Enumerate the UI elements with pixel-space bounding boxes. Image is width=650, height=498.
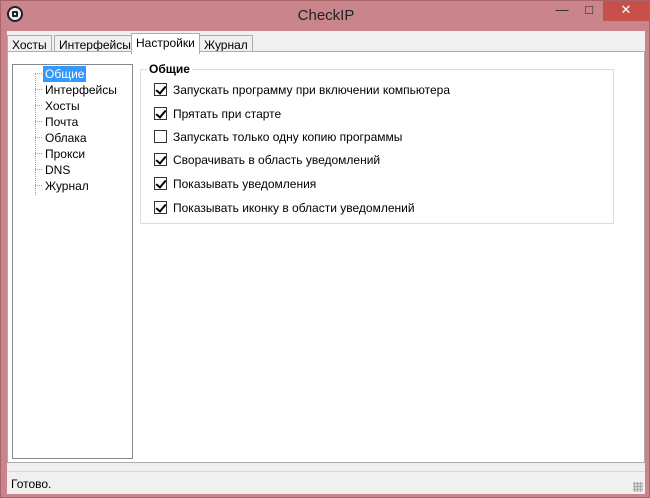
option-minimize-to-tray[interactable]: Сворачивать в область уведомлений xyxy=(154,152,380,168)
minimize-button[interactable]: — xyxy=(549,1,575,21)
tree-connector xyxy=(35,169,42,170)
tree-item-general[interactable]: Общие xyxy=(43,66,87,82)
option-label: Сворачивать в область уведомлений xyxy=(173,152,381,167)
option-show-tray-icon[interactable]: Показывать иконку в области уведомлений xyxy=(154,200,415,216)
tree-item-clouds[interactable]: Облака xyxy=(43,130,89,146)
option-label: Прятать при старте xyxy=(173,106,282,121)
tree-connector xyxy=(35,73,36,195)
tree-connector xyxy=(35,153,42,154)
tree-item-hosts[interactable]: Хосты xyxy=(43,98,82,114)
tree-connector xyxy=(35,73,42,74)
tree-item-proxy[interactable]: Прокси xyxy=(43,146,87,162)
resize-grip-icon[interactable] xyxy=(633,482,643,492)
status-bar: Готово. xyxy=(7,471,645,494)
option-single-instance[interactable]: Запускать только одну копию программы xyxy=(154,129,402,145)
tree-connector xyxy=(35,105,42,106)
checkbox-show-notifications[interactable] xyxy=(154,177,167,191)
tree-item-interfaces[interactable]: Интерфейсы xyxy=(43,82,119,98)
option-label: Показывать иконку в области уведомлений xyxy=(173,200,415,215)
group-title: Общие xyxy=(147,62,192,76)
option-hide-on-start[interactable]: Прятать при старте xyxy=(154,106,281,122)
close-button[interactable]: ✕ xyxy=(603,1,649,21)
title-bar[interactable]: CheckIP — □ ✕ xyxy=(1,1,650,29)
tree-connector xyxy=(35,121,42,122)
tree-item-mail[interactable]: Почта xyxy=(43,114,80,130)
tree-item-log[interactable]: Журнал xyxy=(43,178,91,194)
option-label: Показывать уведомления xyxy=(173,176,317,191)
settings-tab-page: Общие Интерфейсы Хосты Почта Облака Прок… xyxy=(7,51,645,463)
app-window: CheckIP — □ ✕ Хосты Интерфейсы Настройки… xyxy=(0,0,650,498)
checkbox-single-instance[interactable] xyxy=(154,130,167,144)
checkbox-show-tray-icon[interactable] xyxy=(154,201,167,215)
status-text: Готово. xyxy=(11,477,52,491)
checkbox-minimize-to-tray[interactable] xyxy=(154,153,167,167)
general-settings-group: Общие Запускать программу при включении … xyxy=(140,62,614,224)
tree-connector xyxy=(35,89,42,90)
checkbox-hide-on-start[interactable] xyxy=(154,107,167,121)
client-area: Хосты Интерфейсы Настройки Журнал Общие … xyxy=(7,31,645,494)
option-show-notifications[interactable]: Показывать уведомления xyxy=(154,176,316,192)
settings-tree[interactable]: Общие Интерфейсы Хосты Почта Облака Прок… xyxy=(12,64,133,459)
tree-connector xyxy=(35,185,42,186)
option-label: Запускать только одну копию программы xyxy=(173,129,403,144)
tab-settings[interactable]: Настройки xyxy=(131,33,200,54)
option-label: Запускать программу при включении компью… xyxy=(173,82,451,97)
tree-item-dns[interactable]: DNS xyxy=(43,162,72,178)
checkbox-autostart[interactable] xyxy=(154,83,167,97)
maximize-button[interactable]: □ xyxy=(576,1,602,21)
option-autostart[interactable]: Запускать программу при включении компью… xyxy=(154,82,450,98)
tree-connector xyxy=(35,137,42,138)
